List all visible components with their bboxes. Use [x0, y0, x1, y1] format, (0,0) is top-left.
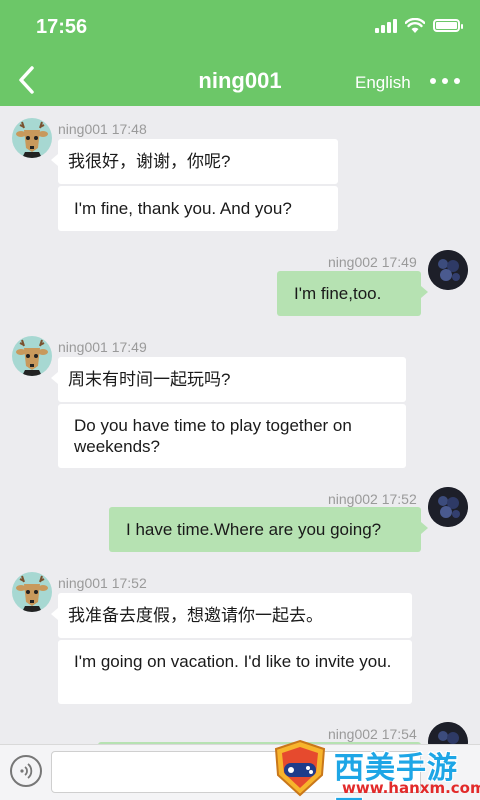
watermark: 西美手游网 www.hanxm.com — [270, 735, 480, 800]
voice-input-button[interactable] — [10, 755, 42, 787]
avatar[interactable] — [12, 572, 52, 612]
message-original-text[interactable]: 我很好，谢谢，你呢? — [58, 139, 338, 184]
deer-avatar-icon — [16, 575, 48, 612]
message-meta: ning002 17:49 — [328, 254, 417, 270]
language-button[interactable]: English — [355, 73, 411, 93]
deer-avatar-icon — [16, 339, 48, 376]
message-original-text[interactable]: 我准备去度假，想邀请你一起去。 — [58, 593, 412, 638]
battery-icon — [433, 19, 463, 32]
user-avatar-icon — [428, 487, 468, 527]
avatar[interactable] — [428, 250, 468, 290]
avatar[interactable] — [428, 487, 468, 527]
message-translation-text[interactable]: I'm fine, thank you. And you? — [58, 186, 338, 231]
avatar[interactable] — [12, 118, 52, 158]
message-translation-text[interactable]: I'm going on vacation. I'd like to invit… — [58, 640, 412, 704]
avatar[interactable] — [12, 336, 52, 376]
chevron-left-icon — [19, 66, 34, 94]
deer-avatar-icon — [16, 121, 48, 158]
wifi-icon — [405, 18, 425, 33]
watermark-url: www.hanxm.com — [342, 779, 480, 797]
more-options-button[interactable] — [430, 74, 460, 88]
more-icon — [430, 78, 436, 84]
status-time: 17:56 — [36, 16, 88, 38]
voice-icon — [20, 763, 33, 779]
back-button[interactable] — [14, 64, 40, 96]
user-avatar-icon — [428, 250, 468, 290]
message-meta: ning001 17:48 — [58, 121, 147, 137]
message-translation-text[interactable]: Do you have time to play together on wee… — [58, 404, 406, 468]
message-meta: ning002 17:52 — [328, 491, 417, 507]
status-icons — [375, 18, 463, 33]
message-original-text[interactable]: 周末有时间一起玩吗? — [58, 357, 406, 402]
header-bar: 17:56 ning001 English — [0, 0, 480, 106]
message-meta: ning001 17:52 — [58, 575, 147, 591]
signal-icon — [375, 18, 397, 33]
message-meta: ning001 17:49 — [58, 339, 147, 355]
message-text[interactable]: I'm fine,too. — [277, 271, 421, 316]
gamepad-shield-logo-icon — [274, 739, 326, 797]
message-text[interactable]: I have time.Where are you going? — [109, 507, 421, 552]
